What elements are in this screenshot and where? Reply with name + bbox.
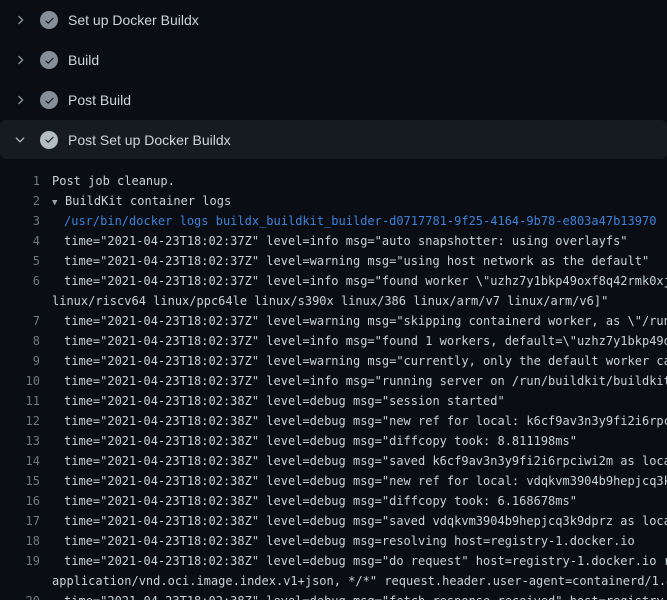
- log-message-text: time="2021-04-23T18:02:38Z" level=debug …: [64, 491, 577, 511]
- log-message-text: time="2021-04-23T18:02:38Z" level=debug …: [64, 511, 667, 531]
- log-message-text: time="2021-04-23T18:02:37Z" level=info m…: [64, 271, 667, 291]
- log-message-text: time="2021-04-23T18:02:38Z" level=debug …: [64, 411, 667, 431]
- log-line: 14 time="2021-04-23T18:02:38Z" level=debu…: [0, 451, 667, 471]
- log-wrapped-text: application/vnd.oci.image.index.v1+json,…: [52, 571, 667, 591]
- step-header-post-build[interactable]: Post Build: [0, 80, 667, 120]
- log-message-text: time="2021-04-23T18:02:37Z" level=warnin…: [64, 311, 667, 331]
- check-circle-icon: [40, 91, 58, 109]
- log-line-number[interactable]: 14: [0, 451, 40, 471]
- step-header-set-up-docker-buildx[interactable]: Set up Docker Buildx: [0, 0, 667, 40]
- group-collapse-triangle-icon[interactable]: ▼: [52, 193, 65, 211]
- log-line: 6 time="2021-04-23T18:02:37Z" level=info …: [0, 271, 667, 291]
- log-line: 20 time="2021-04-23T18:02:38Z" level=debu…: [0, 591, 667, 600]
- log-line: 1 Post job cleanup.: [0, 171, 667, 191]
- log-line-number[interactable]: 5: [0, 251, 40, 271]
- log-message-text: time="2021-04-23T18:02:38Z" level=debug …: [64, 551, 667, 571]
- log-line: 10 time="2021-04-23T18:02:37Z" level=info…: [0, 371, 667, 391]
- step-label: Build: [68, 52, 99, 68]
- log-message-text: time="2021-04-23T18:02:38Z" level=debug …: [64, 591, 667, 600]
- log-line: 7 time="2021-04-23T18:02:37Z" level=warni…: [0, 311, 667, 331]
- log-line-number[interactable]: 13: [0, 431, 40, 451]
- chevron-right-icon[interactable]: [12, 12, 28, 28]
- log-line-number[interactable]: 2: [0, 191, 40, 211]
- log-message-text: time="2021-04-23T18:02:38Z" level=debug …: [64, 471, 667, 491]
- check-circle-icon: [40, 11, 58, 29]
- log-command-text: /usr/bin/docker logs buildx_buildkit_bui…: [64, 211, 656, 231]
- log-line-number[interactable]: 7: [0, 311, 40, 331]
- log-message-text: time="2021-04-23T18:02:37Z" level=info m…: [64, 371, 667, 391]
- log-message-text: time="2021-04-23T18:02:37Z" level=warnin…: [64, 251, 649, 271]
- chevron-right-icon[interactable]: [12, 52, 28, 68]
- log-line-number[interactable]: 11: [0, 391, 40, 411]
- chevron-right-icon[interactable]: [12, 92, 28, 108]
- log-line: 15 time="2021-04-23T18:02:38Z" level=debu…: [0, 471, 667, 491]
- log-message-text: Post job cleanup.: [52, 171, 175, 191]
- log-line: 11 time="2021-04-23T18:02:38Z" level=debu…: [0, 391, 667, 411]
- log-line: 19 time="2021-04-23T18:02:38Z" level=debu…: [0, 551, 667, 571]
- log-message-text: time="2021-04-23T18:02:38Z" level=debug …: [64, 391, 505, 411]
- log-line-number[interactable]: 1: [0, 171, 40, 191]
- chevron-down-icon[interactable]: [12, 132, 28, 148]
- step-label: Set up Docker Buildx: [68, 12, 199, 28]
- log-line-number[interactable]: 9: [0, 351, 40, 371]
- check-circle-icon: [40, 131, 58, 149]
- step-label: Post Set up Docker Buildx: [68, 132, 231, 148]
- group-title: BuildKit container logs: [65, 194, 231, 208]
- step-label: Post Build: [68, 92, 131, 108]
- log-line: 12 time="2021-04-23T18:02:38Z" level=debu…: [0, 411, 667, 431]
- log-wrapped-text: linux/riscv64 linux/ppc64le linux/s390x …: [52, 291, 608, 311]
- log-line: 3/usr/bin/docker logs buildx_buildkit_bu…: [0, 211, 667, 231]
- step-header-post-set-up-docker-buildx[interactable]: Post Set up Docker Buildx: [0, 120, 667, 159]
- log-line: 8 time="2021-04-23T18:02:37Z" level=info …: [0, 331, 667, 351]
- log-line: 17 time="2021-04-23T18:02:38Z" level=debu…: [0, 511, 667, 531]
- log-group-toggle[interactable]: ▼BuildKit container logs: [52, 191, 231, 211]
- log-line-number: [0, 291, 40, 311]
- log-line-number[interactable]: 6: [0, 271, 40, 291]
- actions-log-viewer: Set up Docker Buildx Build Post Build Post …: [0, 0, 667, 600]
- log-line-number[interactable]: 10: [0, 371, 40, 391]
- log-line: 4 time="2021-04-23T18:02:37Z" level=info …: [0, 231, 667, 251]
- log-message-text: time="2021-04-23T18:02:37Z" level=warnin…: [64, 351, 667, 371]
- step-header-build[interactable]: Build: [0, 40, 667, 80]
- log-line-number[interactable]: 20: [0, 591, 40, 600]
- log-line: 18 time="2021-04-23T18:02:38Z" level=debu…: [0, 531, 667, 551]
- log-line-number: [0, 571, 40, 591]
- log-line-number[interactable]: 3: [0, 211, 40, 231]
- log-line: 2 ▼BuildKit container logs: [0, 191, 667, 211]
- log-message-text: time="2021-04-23T18:02:37Z" level=info m…: [64, 231, 628, 251]
- log-lines: 1 Post job cleanup. 2 ▼BuildKit container l…: [0, 159, 667, 600]
- check-circle-icon: [40, 51, 58, 69]
- log-line-number[interactable]: 4: [0, 231, 40, 251]
- log-line-number[interactable]: 18: [0, 531, 40, 551]
- log-line-number[interactable]: 17: [0, 511, 40, 531]
- log-line: 5 time="2021-04-23T18:02:37Z" level=warni…: [0, 251, 667, 271]
- steps-list: Set up Docker Buildx Build Post Build Post …: [0, 0, 667, 159]
- log-line: linux/riscv64 linux/ppc64le linux/s390x …: [0, 291, 667, 311]
- log-line: 16 time="2021-04-23T18:02:38Z" level=debu…: [0, 491, 667, 511]
- log-line-number[interactable]: 15: [0, 471, 40, 491]
- log-line: 9 time="2021-04-23T18:02:37Z" level=warni…: [0, 351, 667, 371]
- log-line-number[interactable]: 8: [0, 331, 40, 351]
- log-message-text: time="2021-04-23T18:02:38Z" level=debug …: [64, 531, 635, 551]
- log-message-text: time="2021-04-23T18:02:37Z" level=info m…: [64, 331, 667, 351]
- log-line-number[interactable]: 12: [0, 411, 40, 431]
- log-line: 13 time="2021-04-23T18:02:38Z" level=debu…: [0, 431, 667, 451]
- log-line-number[interactable]: 16: [0, 491, 40, 511]
- log-message-text: time="2021-04-23T18:02:38Z" level=debug …: [64, 451, 667, 471]
- log-line: application/vnd.oci.image.index.v1+json,…: [0, 571, 667, 591]
- log-message-text: time="2021-04-23T18:02:38Z" level=debug …: [64, 431, 577, 451]
- log-line-number[interactable]: 19: [0, 551, 40, 571]
